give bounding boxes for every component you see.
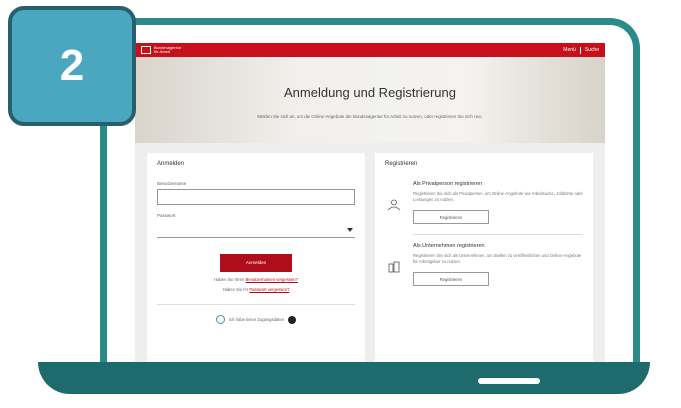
page-title: Anmeldung und Registrierung — [284, 85, 456, 100]
info-icon[interactable] — [288, 315, 297, 324]
forgot-password: Haben Sie Ihr Passwort vergessen? — [222, 287, 290, 292]
forgot-username: Haben Sie Ihren Benutzernamen vergessen? — [214, 277, 298, 282]
register-business-text: Registrieren Sie sich als Unternehmen, u… — [413, 253, 582, 264]
chevron-down-icon[interactable] — [347, 228, 353, 232]
no-credentials-row[interactable]: Ich habe keine Zugangsdaten — [157, 315, 355, 324]
page-subtitle: Melden Sie sich an, um die Online-Angebo… — [257, 114, 483, 119]
site-header: Bundesagentur für Arbeit Menü Suche — [135, 43, 605, 57]
trackpad-slot — [478, 378, 540, 384]
username-input[interactable] — [157, 189, 355, 205]
register-private-text: Registrieren Sie sich als Privatperson, … — [413, 191, 583, 202]
building-icon — [385, 243, 403, 286]
register-panel: Registrieren Als Privatperson registrier… — [375, 153, 593, 370]
no-credentials-text[interactable]: Ich habe keine Zugangsdaten — [229, 317, 284, 322]
register-business-block: Als Unternehmen registrieren Registriere… — [385, 243, 583, 286]
register-divider — [413, 234, 583, 235]
login-panel: Anmelden Benutzername Passwort Anmelden … — [147, 153, 365, 370]
register-business-button[interactable]: Registrieren — [413, 272, 489, 286]
forgot-username-link[interactable]: Benutzernamen vergessen? — [246, 277, 298, 282]
register-private-title: Als Privatperson registrieren — [413, 181, 483, 187]
register-private-block: Als Privatperson registrieren Registrier… — [385, 181, 583, 224]
login-divider — [157, 304, 355, 305]
website-viewport: Bundesagentur für Arbeit Menü Suche Anme… — [135, 43, 605, 370]
username-label: Benutzername — [157, 181, 187, 186]
header-divider — [579, 46, 581, 54]
ba-logo-icon — [141, 46, 151, 54]
login-heading: Anmelden — [157, 161, 185, 167]
password-input[interactable] — [157, 221, 355, 238]
content-columns: Anmelden Benutzername Passwort Anmelden … — [135, 143, 605, 370]
step-number-badge: 2 — [8, 6, 136, 126]
person-icon — [385, 181, 403, 224]
toggle-ring-icon[interactable] — [215, 315, 225, 324]
register-private-button[interactable]: Registrieren — [413, 210, 489, 224]
brand-name: Bundesagentur für Arbeit — [154, 45, 182, 54]
search-link[interactable]: Suche — [585, 47, 599, 53]
register-business-title: Als Unternehmen registrieren — [413, 243, 485, 249]
login-button[interactable]: Anmelden — [220, 254, 292, 272]
laptop-base — [38, 362, 650, 394]
header-actions: Menü Suche — [563, 46, 599, 54]
menu-link[interactable]: Menü — [563, 47, 576, 53]
laptop-screen: Bundesagentur für Arbeit Menü Suche Anme… — [100, 18, 640, 370]
password-label: Passwort — [157, 213, 176, 218]
hero-banner: Anmeldung und Registrierung Melden Sie s… — [135, 57, 605, 143]
register-heading: Registrieren — [385, 161, 418, 167]
forgot-password-link[interactable]: Passwort vergessen? — [249, 287, 289, 292]
